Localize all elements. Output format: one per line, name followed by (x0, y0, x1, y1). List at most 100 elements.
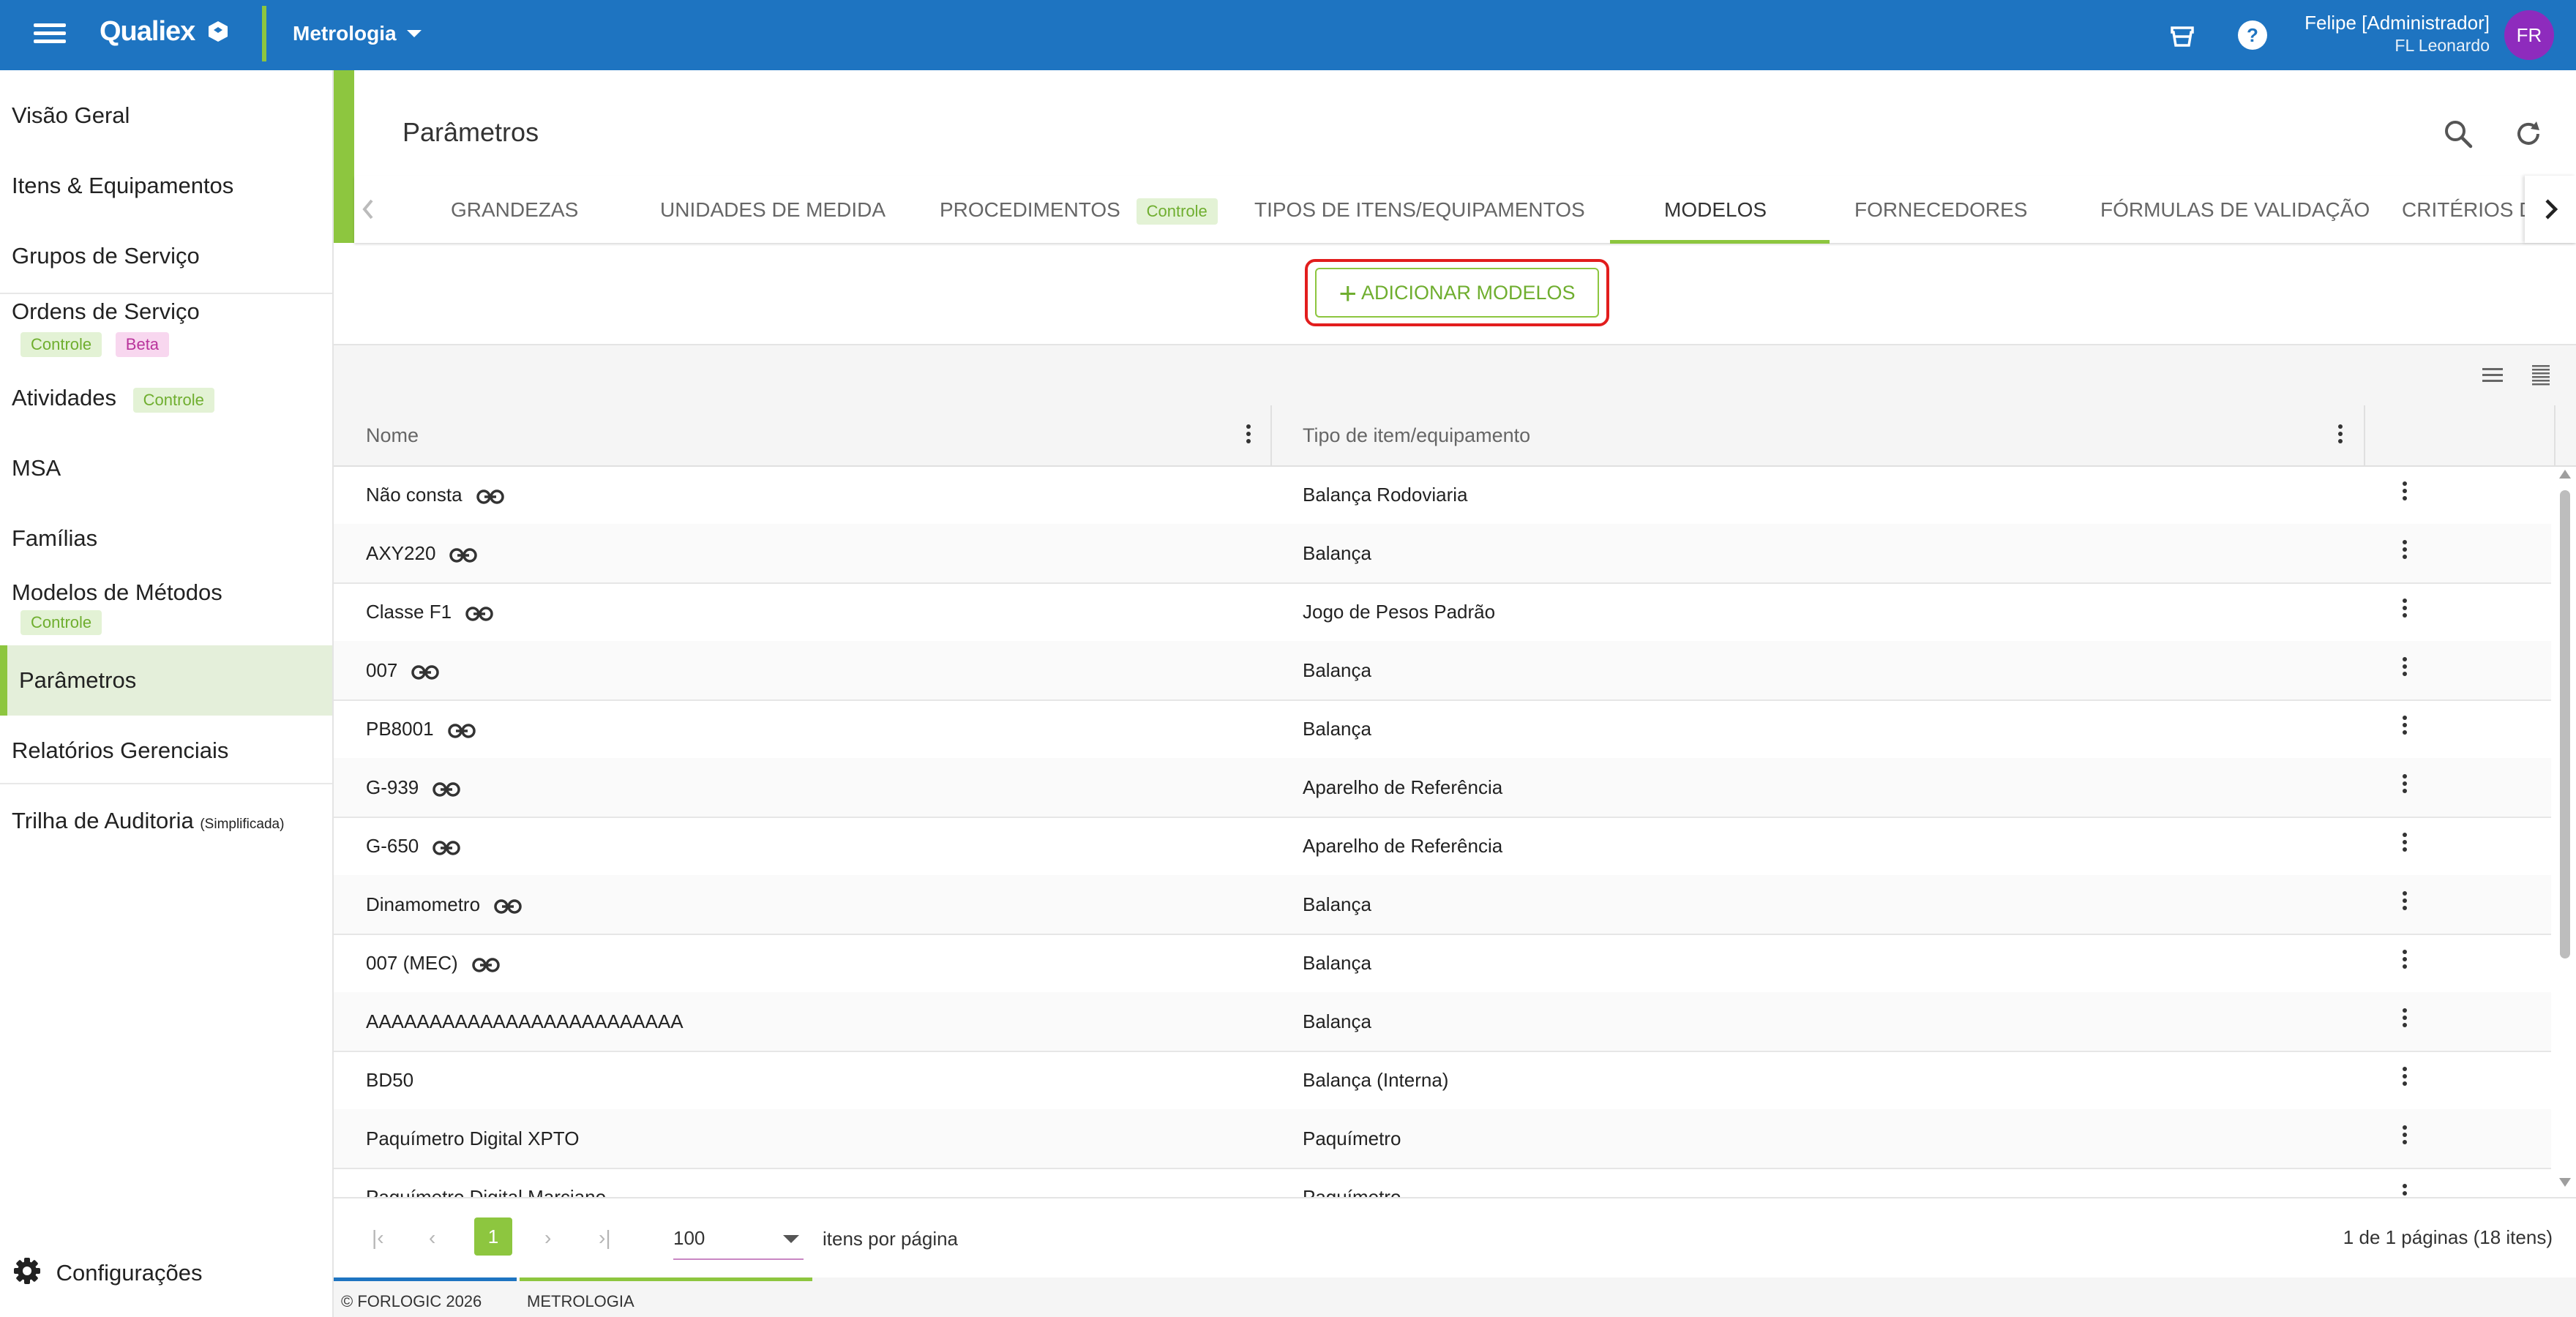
table-row[interactable]: 007 Balança (334, 641, 2551, 701)
table-row[interactable]: 007 (MEC) Balança (334, 934, 2551, 994)
page-size-select[interactable]: 100 (673, 1217, 804, 1260)
config-link[interactable]: Configurações (12, 1256, 203, 1286)
sidebar-item-parametros[interactable]: Parâmetros (0, 645, 332, 716)
column-divider[interactable] (2364, 405, 2365, 465)
table-row[interactable]: PB8001 Balança (334, 699, 2551, 759)
row-menu-icon[interactable] (2402, 1184, 2408, 1197)
tab-grandezas[interactable]: GRANDEZAS (451, 176, 578, 243)
row-menu-icon[interactable] (2402, 833, 2408, 855)
tab-procedimentos[interactable]: PROCEDIMENTOS Controle (940, 176, 1218, 243)
user-info[interactable]: Felipe [Administrador] FL Leonardo (2304, 12, 2490, 56)
current-page[interactable]: 1 (474, 1217, 512, 1256)
cell-type: Balança (1303, 1010, 1371, 1032)
column-divider[interactable] (1270, 405, 1272, 465)
column-menu-icon[interactable] (2337, 424, 2343, 446)
link-icon[interactable] (432, 821, 461, 879)
first-page-icon[interactable]: |‹ (372, 1226, 384, 1250)
cell-name: G-650 (366, 817, 461, 879)
next-page-icon[interactable]: › (544, 1226, 551, 1250)
row-menu-icon[interactable] (2402, 774, 2408, 796)
link-icon[interactable] (465, 587, 494, 645)
search-icon[interactable] (2441, 117, 2475, 151)
table-row[interactable]: Classe F1 Jogo de Pesos Padrão (334, 582, 2551, 642)
tab-scroll-right[interactable] (2525, 176, 2576, 243)
sidebar-item-label: Grupos de Serviço (12, 243, 200, 269)
tab-unidades-medida[interactable]: UNIDADES DE MEDIDA (660, 176, 886, 243)
table-row[interactable]: Não consta Balança Rodoviaria (334, 465, 2551, 525)
link-icon[interactable] (411, 645, 440, 704)
link-icon[interactable] (493, 879, 523, 938)
user-name: Felipe [Administrador] (2304, 12, 2490, 34)
sidebar-item-itens-equipamentos[interactable]: Itens & Equipamentos (0, 162, 332, 211)
row-menu-icon[interactable] (2402, 1125, 2408, 1147)
row-menu-icon[interactable] (2402, 599, 2408, 620)
help-icon[interactable]: ? (2235, 18, 2270, 53)
tab-modelos[interactable]: MODELOS (1664, 176, 1767, 243)
cell-name: G-939 (366, 758, 461, 821)
module-selector[interactable]: Metrologia (293, 22, 422, 45)
compact-view-icon[interactable] (2479, 361, 2506, 388)
column-header-tipo[interactable]: Tipo de item/equipamento (1303, 405, 1530, 465)
sidebar-item-relatorios[interactable]: Relatórios Gerenciais (0, 726, 332, 774)
sidebar-item-msa[interactable]: MSA (0, 445, 332, 493)
table-row[interactable]: BD50 Balança (Interna) (334, 1051, 2551, 1111)
sidebar-item-ordens-servico[interactable]: Ordens de Serviço Controle Beta (0, 297, 332, 360)
menu-icon[interactable] (29, 19, 70, 51)
avatar[interactable]: FR (2504, 10, 2554, 60)
table-row[interactable]: Paquímetro Digital XPTO Paquímetro (334, 1109, 2551, 1169)
sidebar-item-visao-geral[interactable]: Visão Geral (0, 92, 332, 140)
table-row[interactable]: Paquímetro Digital Marciano Paquímetro (334, 1168, 2551, 1197)
sidebar-item-familias[interactable]: Famílias (0, 515, 332, 563)
sidebar-item-grupos-servico[interactable]: Grupos de Serviço (0, 233, 332, 281)
tab-tipos-itens[interactable]: TIPOS DE ITENS/EQUIPAMENTOS (1254, 176, 1585, 243)
tab-fornecedores[interactable]: FORNECEDORES (1854, 176, 2027, 243)
table-row[interactable]: G-939 Aparelho de Referência (334, 758, 2551, 818)
column-header-nome[interactable]: Nome (366, 405, 419, 465)
column-menu-icon[interactable] (1246, 424, 1251, 446)
link-icon[interactable] (476, 470, 505, 528)
table-row[interactable]: AAAAAAAAAAAAAAAAAAAAAAAAA Balança (334, 992, 2551, 1052)
scrollbar-thumb[interactable] (2560, 490, 2570, 958)
sidebar-item-trilha-auditoria[interactable]: Trilha de Auditoria (Simplificada) (0, 798, 332, 846)
row-menu-icon[interactable] (2402, 716, 2408, 738)
logo-cube-icon (208, 21, 228, 42)
table-row[interactable]: G-650 Aparelho de Referência (334, 817, 2551, 877)
row-menu-icon[interactable] (2402, 950, 2408, 972)
coffee-cup-icon[interactable] (2165, 18, 2200, 53)
model-name: 007 (366, 659, 398, 681)
scroll-up-icon[interactable] (2559, 470, 2571, 479)
scroll-down-icon[interactable] (2559, 1178, 2571, 1187)
table-row[interactable]: Dinamometro Balança (334, 875, 2551, 935)
sidebar-item-modelos-metodos[interactable]: Modelos de Métodos Controle (0, 578, 332, 641)
row-menu-icon[interactable] (2402, 1067, 2408, 1089)
sidebar-item-atividades[interactable]: Atividades Controle (0, 375, 332, 423)
dense-view-icon[interactable] (2528, 361, 2554, 388)
row-menu-icon[interactable] (2402, 481, 2408, 503)
sidebar-item-text: Atividades (12, 385, 117, 410)
last-page-icon[interactable]: ›| (599, 1226, 611, 1250)
prev-page-icon[interactable]: ‹ (429, 1226, 435, 1250)
gear-icon (14, 1258, 40, 1284)
tab-scroll-left[interactable] (354, 176, 405, 243)
tab-formulas-validacao[interactable]: FÓRMULAS DE VALIDAÇÃO (2100, 176, 2370, 243)
row-menu-icon[interactable] (2402, 540, 2408, 562)
beta-badge: Beta (115, 332, 170, 357)
link-icon[interactable] (449, 528, 478, 587)
link-icon[interactable] (447, 704, 476, 762)
table-row[interactable]: AXY220 Balança (334, 524, 2551, 584)
add-models-button[interactable]: + ADICIONAR MODELOS (1315, 268, 1599, 318)
row-menu-icon[interactable] (2402, 657, 2408, 679)
sidebar-item-label: Atividades Controle (12, 385, 214, 413)
refresh-icon[interactable] (2512, 117, 2545, 151)
link-icon[interactable] (432, 762, 461, 821)
tab-criterios[interactable]: CRITÉRIOS D (2402, 176, 2534, 243)
row-menu-icon[interactable] (2402, 891, 2408, 913)
add-button-highlight: + ADICIONAR MODELOS (1305, 259, 1609, 326)
app-logo[interactable]: Qualiex (100, 16, 230, 48)
sidebar-item-label: Itens & Equipamentos (12, 173, 234, 198)
cell-type: Jogo de Pesos Padrão (1303, 601, 1496, 623)
row-menu-icon[interactable] (2402, 1008, 2408, 1030)
vertical-scrollbar[interactable] (2556, 465, 2575, 1190)
sidebar-item-label: Visão Geral (12, 102, 130, 128)
link-icon[interactable] (471, 938, 501, 997)
